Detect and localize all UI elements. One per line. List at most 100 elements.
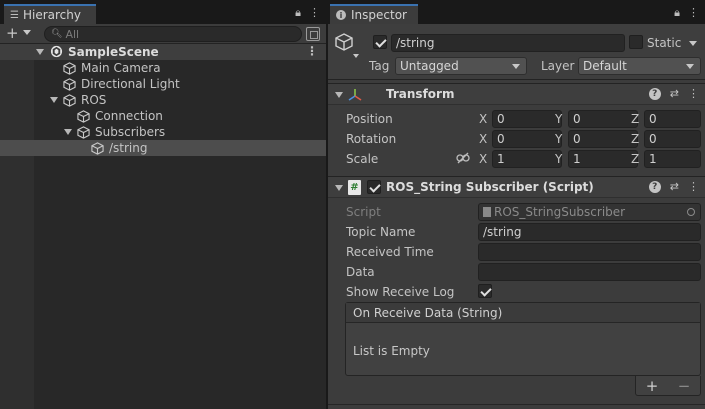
- show-receive-log-checkbox[interactable]: [478, 284, 492, 298]
- component-enabled-checkbox[interactable]: [367, 180, 381, 194]
- fold-arrow-icon[interactable]: [335, 92, 343, 98]
- transform-icon: [348, 89, 362, 101]
- transform-header[interactable]: Transform ? ⇄ ⋮: [328, 83, 705, 105]
- rotation-z-field[interactable]: 0: [644, 130, 701, 148]
- axis-x-label[interactable]: X: [479, 112, 487, 126]
- object-header: /string Static Tag Untagged Layer Defaul…: [328, 24, 705, 80]
- tab-hierarchy-label: Hierarchy: [22, 8, 81, 22]
- help-icon[interactable]: ?: [648, 180, 661, 193]
- position-z-field[interactable]: 0: [644, 110, 701, 128]
- position-y-field[interactable]: 0: [568, 110, 638, 128]
- hierarchy-item-string[interactable]: /string: [0, 140, 326, 156]
- hierarchy-item-ros[interactable]: ROS: [0, 92, 326, 108]
- tab-hierarchy[interactable]: ☰ Hierarchy: [4, 4, 96, 24]
- script-file-icon: [483, 207, 491, 217]
- data-field[interactable]: [478, 263, 701, 281]
- expand-arrow-icon[interactable]: [36, 49, 44, 55]
- static-label: Static: [647, 36, 682, 50]
- script-label: Script: [346, 205, 381, 219]
- position-x-field[interactable]: 0: [492, 110, 562, 128]
- lock-icon[interactable]: 🔒︎: [674, 6, 680, 20]
- create-button[interactable]: +: [6, 25, 19, 42]
- hierarchy-item-connection[interactable]: Connection: [0, 108, 326, 124]
- event-empty-text: List is Empty: [353, 344, 430, 358]
- help-icon[interactable]: ?: [648, 87, 661, 100]
- hierarchy-item-label: Subscribers: [95, 125, 166, 139]
- topic-name-field[interactable]: /string: [478, 223, 701, 241]
- constrain-proportions-icon[interactable]: [456, 152, 470, 164]
- hierarchy-item-label: Connection: [95, 109, 163, 123]
- show-receive-log-label: Show Receive Log: [346, 285, 455, 299]
- rotation-x-field[interactable]: 0: [492, 130, 562, 148]
- hierarchy-search[interactable]: 🔍︎: [44, 26, 302, 42]
- active-checkbox[interactable]: [373, 35, 387, 49]
- hierarchy-item-label: ROS: [81, 93, 107, 107]
- script-value: ROS_StringSubscriber: [494, 205, 626, 219]
- tag-dropdown[interactable]: Untagged: [395, 57, 527, 75]
- axis-y-label[interactable]: Y: [555, 132, 562, 146]
- tab-inspector-label: Inspector: [351, 8, 407, 22]
- scale-label: Scale: [346, 152, 379, 166]
- rotation-label: Rotation: [346, 132, 397, 146]
- scene-row[interactable]: SampleScene ⋮: [0, 44, 326, 60]
- presets-icon[interactable]: ⇄: [670, 87, 679, 100]
- chevron-down-icon[interactable]: [353, 54, 359, 58]
- axis-z-label[interactable]: Z: [631, 152, 639, 166]
- rotation-y-field[interactable]: 0: [568, 130, 638, 148]
- chevron-down-icon: [512, 64, 520, 69]
- gameobject-cube-icon: [77, 126, 90, 139]
- layer-dropdown[interactable]: Default: [578, 57, 701, 75]
- chevron-down-icon[interactable]: [689, 41, 697, 46]
- remove-event-button[interactable]: −: [678, 377, 691, 395]
- axis-z-label[interactable]: Z: [631, 112, 639, 126]
- hierarchy-item-subscribers[interactable]: Subscribers: [0, 124, 326, 140]
- scale-y-field[interactable]: 1: [568, 150, 638, 168]
- static-checkbox[interactable]: [629, 35, 643, 49]
- lock-icon[interactable]: 🔒︎: [295, 6, 301, 20]
- search-input[interactable]: [65, 27, 286, 41]
- kebab-menu-icon[interactable]: ⋮: [688, 180, 699, 193]
- script-reference-field: ROS_StringSubscriber: [478, 203, 701, 221]
- csharp-script-icon: #: [348, 180, 361, 195]
- scale-z-field[interactable]: 1: [644, 150, 701, 168]
- script-component-title: ROS_String Subscriber (Script): [386, 180, 594, 194]
- scale-x-field[interactable]: 1: [492, 150, 562, 168]
- inspector-tab-bar: i Inspector 🔒︎ ⋮: [328, 0, 705, 24]
- fold-arrow-icon[interactable]: [335, 185, 343, 191]
- tab-inspector[interactable]: i Inspector: [330, 4, 418, 24]
- list-icon: ☰: [10, 9, 19, 21]
- add-event-button[interactable]: +: [646, 377, 659, 395]
- kebab-menu-icon[interactable]: ⋮: [306, 44, 318, 58]
- unity-scene-icon: [50, 45, 63, 58]
- received-time-label: Received Time: [346, 245, 434, 259]
- axis-y-label[interactable]: Y: [555, 112, 562, 126]
- received-time-field[interactable]: [478, 243, 701, 261]
- component-divider: [328, 404, 705, 405]
- axis-z-label[interactable]: Z: [631, 132, 639, 146]
- script-component-header[interactable]: # ROS_String Subscriber (Script) ? ⇄ ⋮: [328, 176, 705, 198]
- layer-value: Default: [583, 59, 627, 73]
- axis-y-label[interactable]: Y: [555, 152, 562, 166]
- hierarchy-item-main-camera[interactable]: Main Camera: [0, 60, 326, 76]
- expand-arrow-icon[interactable]: [64, 129, 72, 135]
- inspector-panel: i Inspector 🔒︎ ⋮ /string Static Tag Unta…: [328, 0, 705, 409]
- presets-icon[interactable]: ⇄: [670, 180, 679, 193]
- kebab-menu-icon[interactable]: ⋮: [688, 87, 699, 100]
- axis-x-label[interactable]: X: [479, 152, 487, 166]
- kebab-menu-icon[interactable]: ⋮: [309, 6, 320, 20]
- gameobject-cube-icon: [63, 62, 76, 75]
- object-name-field[interactable]: /string: [391, 34, 625, 52]
- topic-name-label: Topic Name: [346, 225, 416, 239]
- data-label: Data: [346, 265, 375, 279]
- chevron-down-icon[interactable]: [23, 30, 31, 35]
- kebab-menu-icon[interactable]: ⋮: [688, 6, 699, 20]
- hierarchy-panel: ☰ Hierarchy 🔒︎ ⋮ + 🔍︎ SampleScene ⋮: [0, 0, 326, 409]
- gameobject-cube-icon[interactable]: [334, 32, 354, 52]
- scene-visibility-icon[interactable]: [306, 27, 320, 41]
- hierarchy-item-label: Main Camera: [81, 61, 161, 75]
- hierarchy-tab-bar: ☰ Hierarchy 🔒︎ ⋮: [0, 0, 326, 24]
- event-title: On Receive Data (String): [346, 303, 700, 323]
- axis-x-label[interactable]: X: [479, 132, 487, 146]
- expand-arrow-icon[interactable]: [50, 97, 58, 103]
- hierarchy-item-directional-light[interactable]: Directional Light: [0, 76, 326, 92]
